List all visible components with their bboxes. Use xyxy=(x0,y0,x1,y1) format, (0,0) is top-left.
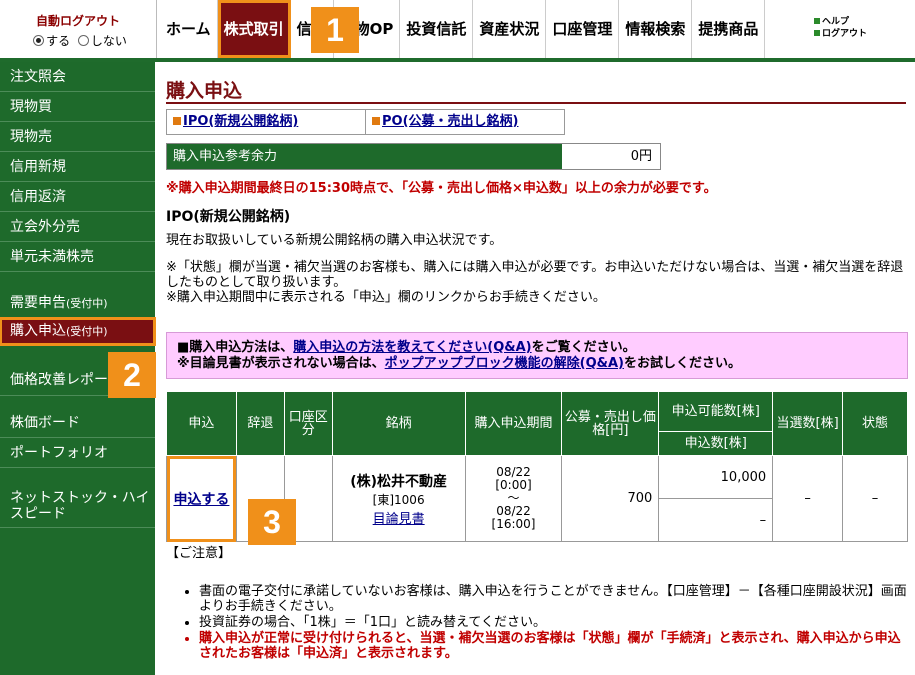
col-count: 申込数[株] xyxy=(658,431,774,456)
col-name: 銘柄 xyxy=(331,391,466,456)
list-item: 投資証券の場合、「1株」＝「1口」と読み替えてください。 xyxy=(199,615,911,630)
sidebar-item-order-inquiry[interactable]: 注文照会 xyxy=(0,62,155,92)
sidebar-item-margin-repay[interactable]: 信用返済 xyxy=(0,182,155,212)
caution-list: 書面の電子交付に承諾していないお客様は、購入申込を行うことができません。【口座管… xyxy=(185,584,911,662)
status-cell: – xyxy=(842,455,908,542)
auto-logout-panel: 自動ログアウト する しない xyxy=(0,0,157,58)
col-winning: 当選数[株] xyxy=(772,391,844,456)
table-row: 申込する (株)松井不動産 [東]1006 目論見書 08/22 [0:00] … xyxy=(166,455,908,542)
square-bullet-icon xyxy=(372,117,380,125)
notice-line-1: ※「状態」欄が当選・補欠当選のお客様も、購入には購入申込が必要です。お申込いただ… xyxy=(166,260,904,290)
main-nav: ホーム 株式取引 信用 先物OP 投資信託 資産状況 口座管理 情報検索 提携商… xyxy=(160,0,766,58)
step-badge-2: 2 xyxy=(108,352,156,398)
auto-logout-on-label: する xyxy=(46,34,71,48)
sidebar-item-off-floor[interactable]: 立会外分売 xyxy=(0,212,155,242)
sidebar-item-portfolio[interactable]: ポートフォリオ xyxy=(0,438,155,468)
nav-tab-home[interactable]: ホーム xyxy=(160,0,218,58)
nav-tab-investment-trust[interactable]: 投資信託 xyxy=(400,0,474,58)
nav-tab-assets[interactable]: 資産状況 xyxy=(473,0,547,58)
list-item: 書面の電子交付に承諾していないお客様は、購入申込を行うことができません。【口座管… xyxy=(199,584,911,614)
balance-value: 0円 xyxy=(630,149,652,164)
possible-cell: 10,000 xyxy=(658,455,774,499)
balance-warning: ※購入申込期間最終日の15:30時点で、「公募・売出し価格×申込数」以上の余力が… xyxy=(166,181,717,196)
auto-logout-on-radio[interactable] xyxy=(33,35,45,46)
sidebar-item-cash-sell[interactable]: 現物売 xyxy=(0,122,155,152)
sidebar-item-cash-buy[interactable]: 現物買 xyxy=(0,92,155,122)
winning-cell: – xyxy=(772,455,844,542)
section-description: 現在お取扱いしている新規公開銘柄の購入申込状況です。 xyxy=(166,233,503,248)
sidebar-item-odd-lot-sell[interactable]: 単元未満株売 xyxy=(0,242,155,272)
logout-link[interactable]: ログアウト xyxy=(814,28,867,40)
nav-tab-info-search[interactable]: 情報検索 xyxy=(619,0,693,58)
ipo-link[interactable]: IPO(新規公開銘柄) xyxy=(183,114,298,129)
sidebar-item-board[interactable]: 株価ボード xyxy=(0,408,155,438)
main-content: 購入申込 IPO(新規公開銘柄) PO(公募・売出し銘柄) 購入申込参考余力 0… xyxy=(155,62,915,675)
stock-code: [東]1006 xyxy=(372,492,425,507)
sidebar-item-purchase[interactable]: 購入申込(受付中) xyxy=(0,317,156,346)
auto-logout-title: 自動ログアウト xyxy=(35,14,120,28)
nav-tab-partner-products[interactable]: 提携商品 xyxy=(692,0,766,58)
auto-logout-off-label: しない xyxy=(90,34,127,48)
help-links: ヘルプ ログアウト xyxy=(814,16,867,40)
square-bullet-icon xyxy=(173,117,181,125)
col-account: 口座区分 xyxy=(283,391,333,456)
step-badge-3: 3 xyxy=(248,499,296,545)
col-decline: 辞退 xyxy=(235,391,285,456)
list-item: 購入申込が正常に受け付けられると、当選・補欠当選のお客様は「状態」欄が「手続済」… xyxy=(199,631,911,661)
apply-cell: 申込する xyxy=(166,455,237,542)
name-cell: (株)松井不動産 [東]1006 目論見書 xyxy=(331,455,466,542)
col-price: 公募・売出し価格[円] xyxy=(561,391,660,456)
col-possible: 申込可能数[株] xyxy=(658,391,774,432)
period-cell: 08/22 [0:00] 〜 08/22 [16:00] xyxy=(464,455,563,542)
prospectus-link[interactable]: 目論見書 xyxy=(333,508,465,527)
balance-label: 購入申込参考余力 xyxy=(167,144,562,169)
sidebar-item-demand[interactable]: 需要申告(受付中) xyxy=(0,288,155,318)
nav-tab-account[interactable]: 口座管理 xyxy=(546,0,620,58)
page-title: 購入申込 xyxy=(166,80,243,102)
col-status: 状態 xyxy=(842,391,908,456)
count-cell: – xyxy=(658,498,774,542)
section-title: IPO(新規公開銘柄) xyxy=(166,209,291,225)
square-bullet-icon xyxy=(814,30,820,36)
sidebar-item-netstock[interactable]: ネットストック・ハイスピード xyxy=(0,484,155,528)
balance-box: 購入申込参考余力 0円 xyxy=(166,143,661,170)
notice-text: ※「状態」欄が当選・補欠当選のお客様も、購入には購入申込が必要です。お申込いただ… xyxy=(166,260,906,305)
square-bullet-icon xyxy=(814,18,820,24)
apply-link[interactable]: 申込する xyxy=(173,492,229,508)
step-badge-1: 1 xyxy=(311,7,359,53)
po-link[interactable]: PO(公募・売出し銘柄) xyxy=(382,114,518,129)
col-apply: 申込 xyxy=(166,391,237,456)
notice-line-2: ※購入申込期間中に表示される「申込」欄のリンクからお手続きください。 xyxy=(166,290,606,305)
stock-name: (株)松井不動産 xyxy=(350,473,448,490)
popup-block-link[interactable]: ポップアップブロック機能の解除(Q&A) xyxy=(385,356,624,371)
title-divider xyxy=(166,102,906,104)
help-notice-box: ■購入申込方法は、購入申込の方法を教えてください(Q&A)をご覧ください。 ※目… xyxy=(166,332,908,379)
col-period: 購入申込期間 xyxy=(464,391,563,456)
purchase-method-link[interactable]: 購入申込の方法を教えてください(Q&A) xyxy=(293,340,531,355)
help-link[interactable]: ヘルプ xyxy=(814,16,867,28)
price-cell: 700 xyxy=(561,455,660,542)
sidebar-item-margin-new[interactable]: 信用新規 xyxy=(0,152,155,182)
auto-logout-off-radio[interactable] xyxy=(77,35,89,46)
nav-tab-stock-trading[interactable]: 株式取引 xyxy=(217,0,291,58)
header: 自動ログアウト する しない ホーム 株式取引 信用 先物OP 投資信託 資産状… xyxy=(0,0,915,62)
ipo-po-links: IPO(新規公開銘柄) PO(公募・売出し銘柄) xyxy=(166,109,565,135)
caution-heading: 【ご注意】 xyxy=(166,546,232,561)
